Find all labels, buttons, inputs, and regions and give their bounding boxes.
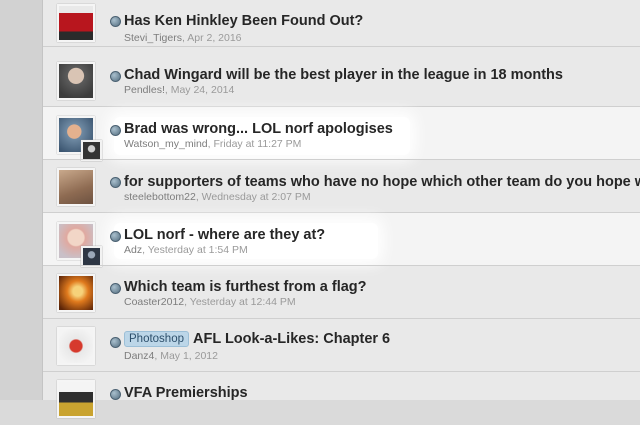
- thread-title[interactable]: Brad was wrong... LOL norf apologises: [124, 121, 393, 137]
- thread-author[interactable]: Pendles!: [124, 84, 165, 96]
- thread-date: Wednesday at 2:07 PM: [201, 191, 311, 203]
- thread-author[interactable]: Adz: [124, 244, 142, 256]
- avatar[interactable]: [57, 62, 95, 100]
- thread-date: Yesterday at 1:54 PM: [147, 244, 248, 256]
- unread-indicator-icon: [110, 16, 121, 27]
- thread-row[interactable]: LOL norf - where are they at? Adz, Yeste…: [43, 213, 640, 267]
- thread-date: May 1, 2012: [160, 350, 218, 362]
- thread-row[interactable]: for supporters of teams who have no hope…: [43, 160, 640, 213]
- thread-author[interactable]: Watson_my_mind: [124, 138, 208, 150]
- thread-meta: Danz4, May 1, 2012: [124, 350, 218, 362]
- thread-title-line[interactable]: Photoshop AFL Look-a-Likes: Chapter 6: [124, 331, 390, 348]
- avatar[interactable]: [57, 380, 95, 418]
- thread-row[interactable]: Brad was wrong... LOL norf apologises Wa…: [43, 107, 640, 161]
- thread-author[interactable]: Danz4: [124, 350, 154, 362]
- thread-meta: Adz, Yesterday at 1:54 PM: [124, 244, 248, 256]
- thread-list: Has Ken Hinkley Been Found Out? Stevi_Ti…: [42, 0, 640, 418]
- thread-author[interactable]: steelebottom22: [124, 191, 196, 203]
- thread-title[interactable]: for supporters of teams who have no hope…: [124, 174, 640, 190]
- row-divider: [43, 46, 640, 47]
- left-gutter: [0, 0, 42, 400]
- avatar[interactable]: [57, 168, 95, 206]
- thread-row[interactable]: Photoshop AFL Look-a-Likes: Chapter 6 Dan…: [43, 319, 640, 372]
- unread-indicator-icon: [110, 389, 121, 400]
- thread-meta: Coaster2012, Yesterday at 12:44 PM: [124, 296, 296, 308]
- thread-title[interactable]: LOL norf - where are they at?: [124, 227, 325, 243]
- last-poster-avatar[interactable]: [81, 140, 102, 161]
- thread-row[interactable]: Chad Wingard will be the best player in …: [43, 54, 640, 107]
- thread-title[interactable]: Chad Wingard will be the best player in …: [124, 67, 563, 83]
- avatar[interactable]: [57, 274, 95, 312]
- unread-indicator-icon: [110, 231, 121, 242]
- unread-indicator-icon: [110, 125, 121, 136]
- thread-row[interactable]: VFA Premierships: [43, 372, 640, 425]
- unread-indicator-icon: [110, 177, 121, 188]
- thread-author[interactable]: Stevi_Tigers: [124, 32, 182, 44]
- thread-title[interactable]: Has Ken Hinkley Been Found Out?: [124, 13, 363, 29]
- thread-date: Yesterday at 12:44 PM: [189, 296, 296, 308]
- thread-meta: Pendles!, May 24, 2014: [124, 84, 234, 96]
- thread-author[interactable]: Coaster2012: [124, 296, 184, 308]
- unread-indicator-icon: [110, 71, 121, 82]
- last-poster-avatar[interactable]: [81, 246, 102, 267]
- thread-date: Apr 2, 2016: [187, 32, 242, 44]
- unread-indicator-icon: [110, 283, 121, 294]
- avatar[interactable]: [57, 327, 95, 365]
- thread-title[interactable]: Which team is furthest from a flag?: [124, 279, 367, 295]
- avatar[interactable]: [57, 4, 95, 42]
- prefix-tag[interactable]: Photoshop: [124, 331, 189, 347]
- thread-meta: Stevi_Tigers, Apr 2, 2016: [124, 32, 242, 44]
- unread-indicator-icon: [110, 337, 121, 348]
- thread-title[interactable]: VFA Premierships: [124, 385, 248, 401]
- thread-row[interactable]: Which team is furthest from a flag? Coas…: [43, 266, 640, 319]
- thread-date: May 24, 2014: [170, 84, 235, 96]
- thread-title[interactable]: AFL Look-a-Likes: Chapter 6: [193, 331, 390, 347]
- thread-row[interactable]: Has Ken Hinkley Been Found Out? Stevi_Ti…: [43, 0, 640, 47]
- thread-meta: steelebottom22, Wednesday at 2:07 PM: [124, 191, 311, 203]
- thread-meta: Watson_my_mind, Friday at 11:27 PM: [124, 138, 301, 150]
- thread-date: Friday at 11:27 PM: [213, 138, 302, 150]
